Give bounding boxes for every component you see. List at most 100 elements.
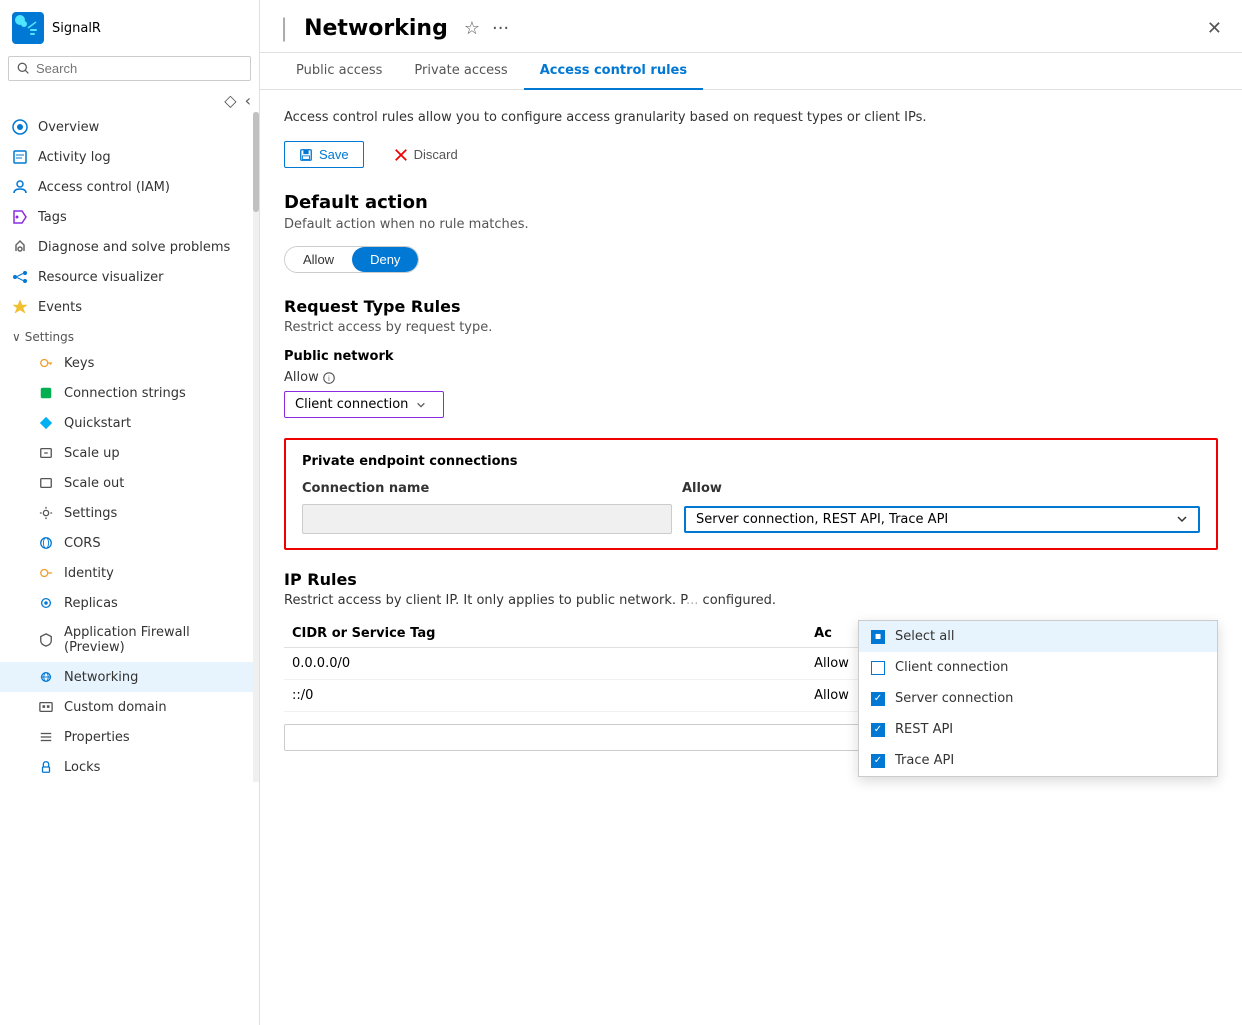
- sidebar-item-events[interactable]: Events: [0, 292, 253, 322]
- pin-icon[interactable]: ◇: [224, 91, 236, 110]
- sidebar-item-label: Resource visualizer: [38, 270, 163, 285]
- close-button[interactable]: ✕: [1207, 18, 1222, 39]
- sidebar-item-cors[interactable]: CORS: [0, 528, 253, 558]
- ip-rules-title: IP Rules: [284, 570, 1218, 589]
- tab-access-control-rules[interactable]: Access control rules: [524, 53, 703, 90]
- events-icon: [12, 299, 28, 315]
- default-action-subtitle: Default action when no rule matches.: [284, 217, 1218, 232]
- search-bar[interactable]: [8, 56, 251, 81]
- connection-strings-icon: [38, 385, 54, 401]
- sidebar-item-quickstart[interactable]: Quickstart: [0, 408, 253, 438]
- sidebar-item-iam[interactable]: Access control (IAM): [0, 172, 253, 202]
- scale-up-icon: [38, 445, 54, 461]
- networking-icon: [38, 669, 54, 685]
- sidebar-item-custom-domain[interactable]: Custom domain: [0, 692, 253, 722]
- discard-button[interactable]: Discard: [380, 142, 472, 167]
- info-icon: i: [323, 372, 335, 384]
- allow-label: Allow i: [284, 370, 1218, 385]
- main-header: | Networking ☆ ··· ✕: [260, 0, 1242, 53]
- sidebar-item-overview[interactable]: Overview: [0, 112, 253, 142]
- sidebar-item-locks[interactable]: Locks: [0, 752, 253, 782]
- sidebar-item-label: Access control (IAM): [38, 180, 170, 195]
- tags-icon: [12, 209, 28, 225]
- trace-api-checkbox[interactable]: ✓: [871, 754, 885, 768]
- tab-public-access[interactable]: Public access: [280, 53, 398, 90]
- page-title: Networking: [304, 16, 448, 41]
- save-icon: [299, 148, 313, 162]
- svg-text:i: i: [328, 375, 330, 383]
- allow-toggle-button[interactable]: Allow: [285, 247, 352, 272]
- overview-icon: [12, 119, 28, 135]
- more-options-icon[interactable]: ···: [492, 18, 509, 39]
- search-input[interactable]: [36, 61, 242, 76]
- dropdown-option-rest-api[interactable]: ✓ REST API: [859, 714, 1217, 745]
- deny-toggle-button[interactable]: Deny: [352, 247, 418, 272]
- dropdown-option-select-all[interactable]: ▪ Select all: [859, 621, 1217, 652]
- sidebar-item-identity[interactable]: Identity: [0, 558, 253, 588]
- sidebar-item-label: Scale out: [64, 476, 124, 491]
- allow-deny-toggle: Allow Deny: [284, 246, 419, 273]
- sidebar-item-scale-out[interactable]: Scale out: [0, 468, 253, 498]
- iam-icon: [12, 179, 28, 195]
- settings-group-label[interactable]: ∨ Settings: [0, 322, 253, 348]
- sidebar-item-label: Settings: [64, 506, 117, 521]
- save-button[interactable]: Save: [284, 141, 364, 168]
- tabs-bar: Public access Private access Access cont…: [260, 53, 1242, 90]
- sidebar-item-label: Scale up: [64, 446, 120, 461]
- sidebar-item-replicas[interactable]: Replicas: [0, 588, 253, 618]
- app-name-label: SignalR: [52, 21, 101, 36]
- dropdown-option-trace-api[interactable]: ✓ Trace API: [859, 745, 1217, 776]
- sidebar-header: SignalR: [0, 0, 259, 52]
- sidebar-item-label: Locks: [64, 760, 100, 775]
- sidebar-item-connection-strings[interactable]: Connection strings: [0, 378, 253, 408]
- sidebar-item-tags[interactable]: Tags: [0, 202, 253, 232]
- cors-icon: [38, 535, 54, 551]
- sidebar-item-label: Custom domain: [64, 700, 167, 715]
- private-endpoint-box: Private endpoint connections Connection …: [284, 438, 1218, 550]
- sidebar-item-diagnose[interactable]: Diagnose and solve problems: [0, 232, 253, 262]
- sidebar-item-activity-log[interactable]: Activity log: [0, 142, 253, 172]
- favorite-icon[interactable]: ☆: [464, 18, 480, 39]
- pe-col-name-header: Connection name: [302, 481, 682, 496]
- private-endpoint-title: Private endpoint connections: [302, 454, 1200, 469]
- pe-table-row: Server connection, REST API, Trace API: [302, 504, 1200, 534]
- quickstart-icon: [38, 415, 54, 431]
- sidebar-item-label: Connection strings: [64, 386, 186, 401]
- collapse-icon[interactable]: ‹: [245, 91, 251, 110]
- sidebar-item-label: Diagnose and solve problems: [38, 240, 230, 255]
- rest-api-checkbox[interactable]: ✓: [871, 723, 885, 737]
- settings-group-text: Settings: [25, 330, 74, 344]
- tab-private-access[interactable]: Private access: [398, 53, 523, 90]
- sidebar-item-scale-up[interactable]: Scale up: [0, 438, 253, 468]
- sidebar-item-label: Identity: [64, 566, 114, 581]
- sidebar-item-label: Application Firewall (Preview): [64, 625, 241, 655]
- server-connection-checkbox[interactable]: ✓: [871, 692, 885, 706]
- sidebar-controls: ◇ ‹: [0, 89, 259, 112]
- dropdown-option-client-connection[interactable]: Client connection: [859, 652, 1217, 683]
- sidebar: SignalR ◇ ‹ Overview Ac: [0, 0, 260, 1025]
- select-all-checkbox[interactable]: ▪: [871, 630, 885, 644]
- ip-cidr-value: ::/0: [284, 680, 806, 712]
- header-pipe: |: [280, 14, 288, 42]
- sidebar-item-resource-visualizer[interactable]: Resource visualizer: [0, 262, 253, 292]
- sidebar-item-networking[interactable]: Networking: [0, 662, 253, 692]
- sidebar-item-keys[interactable]: Keys: [0, 348, 253, 378]
- toolbar: Save Discard: [284, 141, 1218, 168]
- pe-allow-dropdown[interactable]: Server connection, REST API, Trace API: [684, 506, 1200, 533]
- settings-icon: [38, 505, 54, 521]
- sidebar-item-label: Keys: [64, 356, 94, 371]
- cidr-col-header: CIDR or Service Tag: [284, 620, 806, 648]
- custom-domain-icon: [38, 699, 54, 715]
- client-connection-dropdown[interactable]: Client connection: [284, 391, 444, 418]
- sidebar-item-label: Properties: [64, 730, 130, 745]
- sidebar-item-label: Networking: [64, 670, 138, 685]
- sidebar-item-properties[interactable]: Properties: [0, 722, 253, 752]
- resource-viz-icon: [12, 269, 28, 285]
- client-connection-checkbox[interactable]: [871, 661, 885, 675]
- sidebar-item-label: Tags: [38, 210, 67, 225]
- dropdown-option-server-connection[interactable]: ✓ Server connection: [859, 683, 1217, 714]
- pe-connection-name-input[interactable]: [302, 504, 672, 534]
- sidebar-item-settings[interactable]: Settings: [0, 498, 253, 528]
- sidebar-item-app-firewall[interactable]: Application Firewall (Preview): [0, 618, 253, 662]
- sidebar-item-label: Overview: [38, 120, 99, 135]
